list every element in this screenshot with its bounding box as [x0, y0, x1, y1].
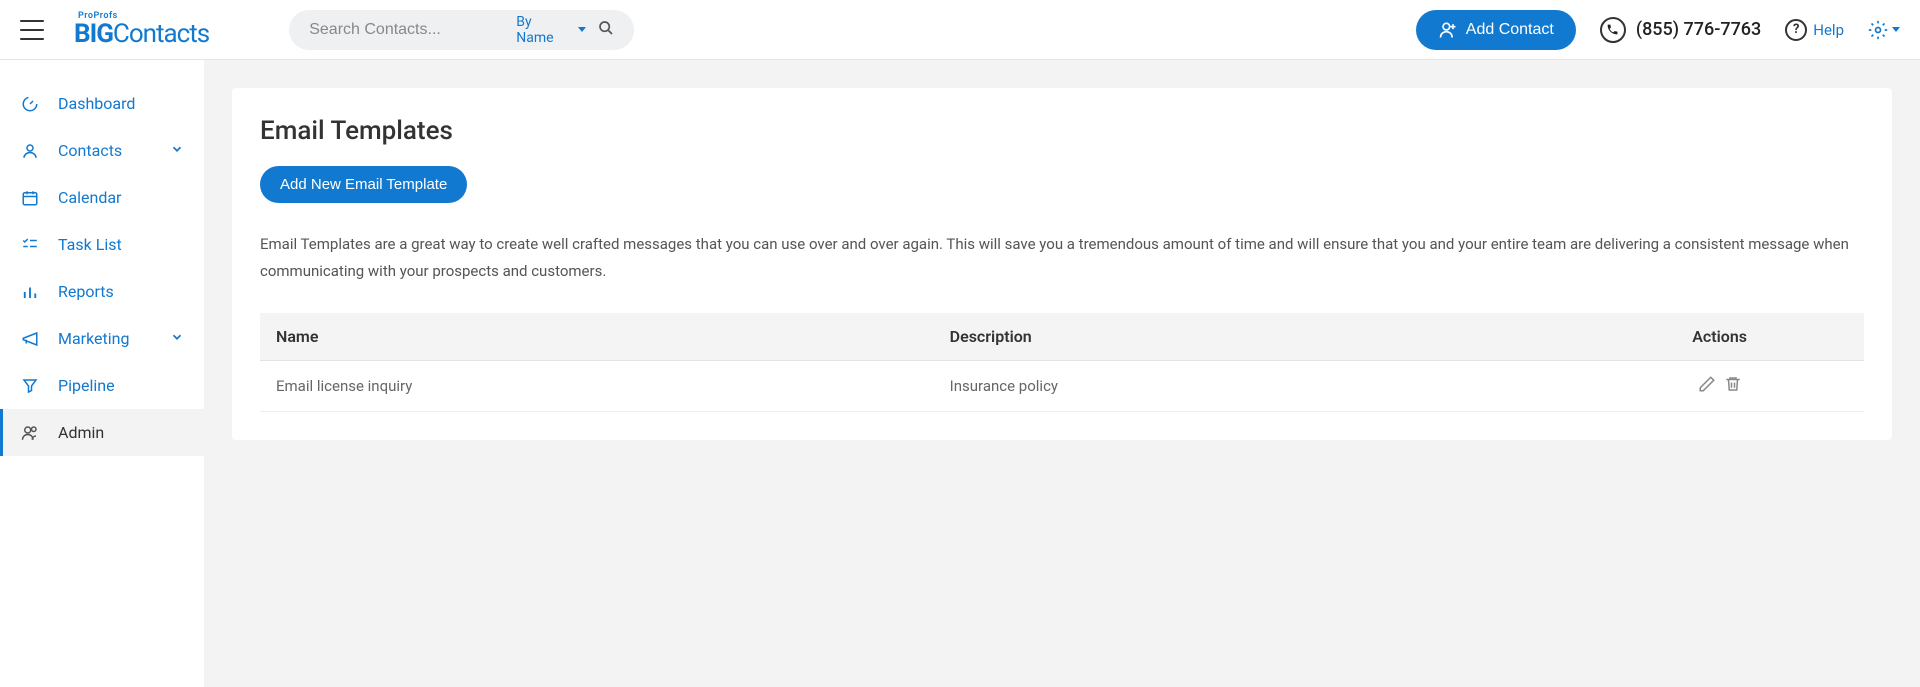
search-filter-label: By Name	[516, 14, 572, 46]
marketing-icon	[20, 330, 40, 348]
pipeline-icon	[20, 377, 40, 395]
admin-icon	[20, 424, 40, 442]
search-input[interactable]	[309, 21, 516, 39]
phone-text: (855) 776-7763	[1636, 19, 1761, 40]
logo[interactable]: ProProfs BIGContacts	[74, 12, 209, 47]
main-content: Email Templates Add New Email Template E…	[204, 60, 1920, 687]
page-description: Email Templates are a great way to creat…	[260, 231, 1864, 285]
search-bar: By Name	[289, 10, 634, 50]
table-row: Email license inquiry Insurance policy	[260, 361, 1864, 412]
cell-description: Insurance policy	[934, 361, 1576, 412]
sidebar-item-admin[interactable]: Admin	[0, 409, 204, 456]
contacts-icon	[20, 142, 40, 160]
sidebar-item-pipeline[interactable]: Pipeline	[0, 362, 204, 409]
cell-actions	[1575, 361, 1864, 412]
header-right: Add Contact (855) 776-7763 ? Help	[1416, 10, 1900, 50]
chevron-down-icon	[170, 141, 184, 160]
caret-down-icon	[1892, 27, 1900, 32]
header: ProProfs BIGContacts By Name Add Contact…	[0, 0, 1920, 60]
sidebar: Dashboard Contacts Calendar Task List	[0, 60, 204, 687]
caret-down-icon	[578, 27, 586, 32]
settings-dropdown[interactable]	[1868, 20, 1900, 40]
reports-icon	[20, 283, 40, 301]
chevron-down-icon	[170, 329, 184, 348]
page-title: Email Templates	[260, 116, 1864, 146]
sidebar-item-label: Calendar	[58, 188, 121, 207]
logo-big-text: BIGContacts	[74, 21, 209, 47]
person-plus-icon	[1438, 20, 1458, 40]
sidebar-item-label: Contacts	[58, 141, 122, 160]
sidebar-item-label: Reports	[58, 282, 114, 301]
sidebar-item-label: Admin	[58, 423, 104, 442]
table-header-description: Description	[934, 313, 1576, 361]
tasklist-icon	[20, 236, 40, 254]
gear-icon	[1868, 20, 1888, 40]
dashboard-icon	[20, 95, 40, 113]
sidebar-item-calendar[interactable]: Calendar	[0, 174, 204, 221]
table-header-name: Name	[260, 313, 934, 361]
sidebar-item-label: Task List	[58, 235, 122, 254]
sidebar-item-tasklist[interactable]: Task List	[0, 221, 204, 268]
sidebar-item-reports[interactable]: Reports	[0, 268, 204, 315]
add-contact-button[interactable]: Add Contact	[1416, 10, 1576, 50]
sidebar-item-label: Pipeline	[58, 376, 115, 395]
sidebar-item-marketing[interactable]: Marketing	[0, 315, 204, 362]
templates-table: Name Description Actions Email license i…	[260, 313, 1864, 412]
sidebar-item-dashboard[interactable]: Dashboard	[0, 80, 204, 127]
calendar-icon	[20, 189, 40, 207]
help-label: Help	[1813, 21, 1844, 39]
phone-number[interactable]: (855) 776-7763	[1600, 17, 1761, 43]
add-template-button[interactable]: Add New Email Template	[260, 166, 467, 203]
phone-icon	[1600, 17, 1626, 43]
search-filter-dropdown[interactable]: By Name	[516, 14, 586, 46]
edit-icon[interactable]	[1698, 375, 1716, 393]
help-icon: ?	[1785, 19, 1807, 41]
help-link[interactable]: ? Help	[1785, 19, 1844, 41]
add-contact-label: Add Contact	[1466, 21, 1554, 39]
hamburger-menu[interactable]	[20, 20, 44, 40]
cell-name: Email license inquiry	[260, 361, 934, 412]
search-icon[interactable]	[598, 20, 614, 40]
sidebar-item-contacts[interactable]: Contacts	[0, 127, 204, 174]
sidebar-item-label: Marketing	[58, 329, 129, 348]
table-header-actions: Actions	[1575, 313, 1864, 361]
trash-icon[interactable]	[1724, 375, 1742, 393]
sidebar-item-label: Dashboard	[58, 94, 135, 113]
content-card: Email Templates Add New Email Template E…	[232, 88, 1892, 440]
